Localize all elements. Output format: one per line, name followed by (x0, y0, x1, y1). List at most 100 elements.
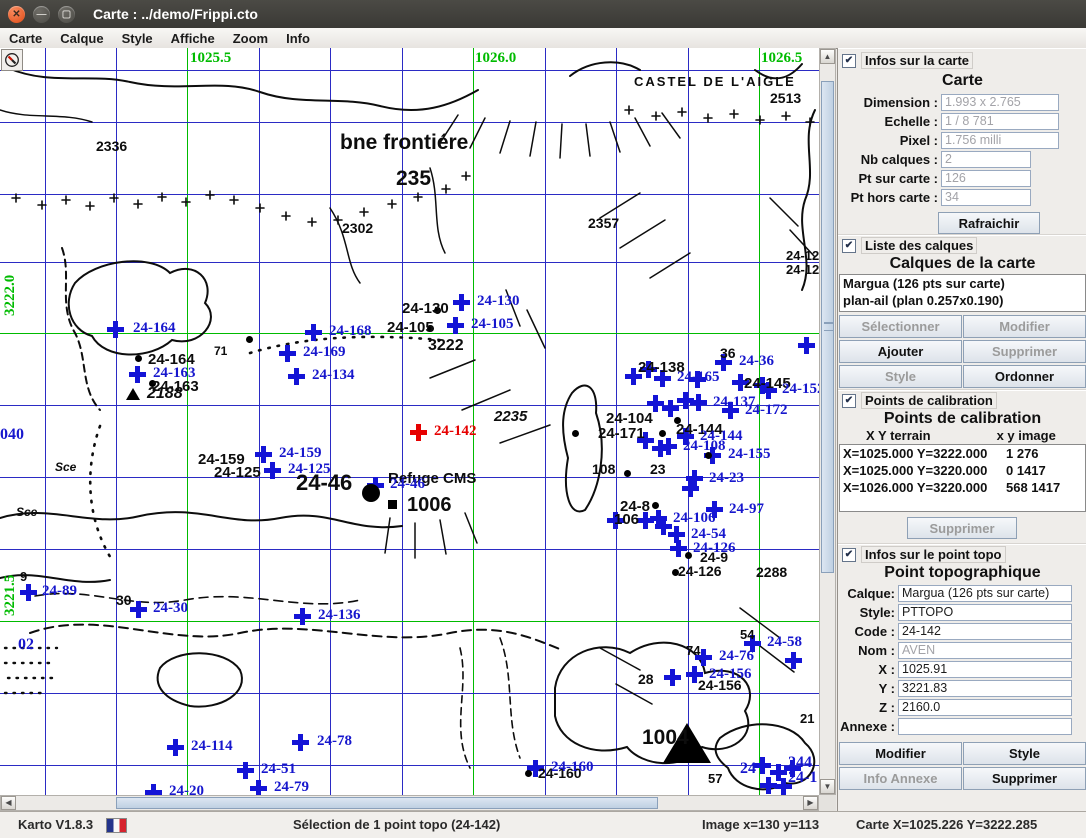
point-topo-field-code[interactable]: 24-142 (898, 623, 1072, 640)
topo-marker-label: 24-114 (191, 738, 233, 755)
menu-item-carte[interactable]: Carte (0, 31, 51, 46)
scroll-right-icon[interactable]: ▶ (803, 796, 818, 810)
topo-marker[interactable] (288, 368, 305, 385)
carte-field-echelle[interactable]: 1 / 8 781 (941, 113, 1059, 130)
scroll-up-icon[interactable]: ▲ (820, 49, 835, 64)
calques-s-lectionner-button: Sélectionner (839, 315, 962, 338)
topo-marker[interactable] (664, 669, 681, 686)
check-icon: ✔ (845, 549, 853, 560)
topo-marker[interactable] (655, 518, 672, 535)
checkbox-infos-point-topo[interactable]: ✔ (842, 548, 856, 562)
liste-calques-toggle[interactable]: ✔ Liste des calques (838, 235, 1086, 255)
menu-item-style[interactable]: Style (113, 31, 162, 46)
carte-field-pixel[interactable]: 1.756 milli (941, 132, 1059, 149)
topo-marker[interactable] (754, 757, 771, 774)
calques-ordonner-button[interactable]: Ordonner (963, 365, 1086, 388)
point-topo-title: Point topographique (838, 564, 1086, 582)
maximize-icon[interactable]: ▢ (58, 6, 75, 23)
topo-marker[interactable] (292, 734, 309, 751)
topo-marker-label: 24-163 (153, 365, 196, 382)
topo-marker[interactable] (682, 480, 699, 497)
close-icon[interactable]: ✕ (8, 6, 25, 23)
topo-marker[interactable] (453, 294, 470, 311)
point-topo-field-annexe[interactable] (898, 718, 1072, 735)
menu-item-calque[interactable]: Calque (51, 31, 112, 46)
infos-carte-toggle[interactable]: ✔ Infos sur la carte (838, 48, 1086, 70)
map-scan-label: Sce (55, 460, 76, 474)
map-scan-label: 2513 (770, 90, 801, 106)
topo-marker[interactable] (305, 324, 322, 341)
carte-title: Carte (838, 72, 1086, 90)
infos-point-topo-toggle[interactable]: ✔ Infos sur le point topo (838, 544, 1086, 564)
topo-marker[interactable] (20, 584, 37, 601)
section-infos-carte: ✔ Infos sur la carte Carte Dimension :1.… (838, 48, 1086, 234)
topo-marker[interactable] (167, 739, 184, 756)
calibration-row[interactable]: X=1026.000 Y=3220.000568 1417 (840, 479, 1085, 496)
rafraichir-button[interactable]: Rafraichir (938, 212, 1040, 234)
carte-field-nb-calques[interactable]: 2 (941, 151, 1031, 168)
topo-marker[interactable] (107, 321, 124, 338)
calibration-list[interactable]: X=1025.000 Y=3222.0001 276X=1025.000 Y=3… (839, 444, 1086, 512)
map-horizontal-scrollbar[interactable]: ◀ ▶ (0, 795, 819, 811)
calques-ajouter-button[interactable]: Ajouter (839, 340, 962, 363)
calibration-row[interactable]: X=1025.000 Y=3220.0000 1417 (840, 462, 1085, 479)
carte-field-pt-sur-carte[interactable]: 126 (941, 170, 1031, 187)
topo-marker[interactable] (255, 446, 272, 463)
scroll-down-icon[interactable]: ▼ (820, 779, 835, 794)
topo-marker[interactable] (652, 440, 669, 457)
horizontal-scroll-thumb[interactable] (116, 797, 658, 809)
point-topo-field-y[interactable]: 3221.83 (898, 680, 1072, 697)
point-topo-field-z[interactable]: 2160.0 (898, 699, 1072, 716)
carte-field-dimension[interactable]: 1.993 x 2.765 (941, 94, 1059, 111)
topo-marker[interactable] (677, 392, 694, 409)
calibration-row[interactable]: X=1025.000 Y=3222.0001 276 (840, 445, 1085, 462)
topo-marker[interactable] (447, 317, 464, 334)
point-topo-field-x[interactable]: 1025.91 (898, 661, 1072, 678)
point-topo-field-calque[interactable]: Margua (126 pts sur carte) (898, 585, 1072, 602)
point-topo-label-z: Z : (838, 700, 898, 715)
point-topo-field-nom[interactable]: AVEN (898, 642, 1072, 659)
topo-marker[interactable] (798, 337, 815, 354)
topo-marker[interactable] (785, 652, 802, 669)
point-topo-modifier-button[interactable]: Modifier (839, 742, 962, 765)
map-scan-label: 2288 (756, 564, 787, 580)
title-bar: ✕ — ▢ Carte : ../demo/Frippi.cto (0, 0, 1086, 28)
side-panel: ✔ Infos sur la carte Carte Dimension :1.… (837, 48, 1086, 811)
topo-marker[interactable] (145, 784, 162, 795)
compass-icon[interactable] (1, 49, 23, 71)
topo-marker[interactable] (237, 762, 254, 779)
liste-calques-label: Liste des calques (861, 237, 977, 254)
point-topo-field-style[interactable]: PTTOPO (898, 604, 1072, 621)
menu-item-zoom[interactable]: Zoom (224, 31, 277, 46)
topo-marker[interactable] (130, 601, 147, 618)
map-vertical-scrollbar[interactable]: ▲ ▼ (819, 48, 836, 795)
carte-field-pt-hors-carte[interactable]: 34 (941, 189, 1031, 206)
minimize-icon[interactable]: — (33, 6, 50, 23)
map-point-dot (525, 770, 532, 777)
menu-item-affiche[interactable]: Affiche (162, 31, 224, 46)
point-topo-supprimer-button[interactable]: Supprimer (963, 767, 1086, 790)
vertical-scroll-thumb[interactable] (821, 81, 834, 573)
scroll-left-icon[interactable]: ◀ (1, 796, 16, 810)
map-point-dot (624, 470, 631, 477)
map-scan-label: 74 (686, 643, 700, 658)
calque-item[interactable]: plan-ail (plan 0.257x0.190) (840, 292, 1085, 309)
calibration-terrain-coords: X=1026.000 Y=3220.000 (843, 479, 1006, 496)
topo-marker[interactable] (294, 608, 311, 625)
points-calibration-toggle[interactable]: ✔ Points de calibration (838, 390, 1086, 410)
topo-marker[interactable] (129, 366, 146, 383)
selected-topo-marker[interactable] (410, 424, 427, 441)
map-coordinates: Carte X=1025.226 Y=3222.285 (856, 817, 1037, 832)
point-topo-style-button[interactable]: Style (963, 742, 1086, 765)
calque-item[interactable]: Margua (126 pts sur carte) (840, 275, 1085, 292)
topo-marker[interactable] (264, 462, 281, 479)
menu-item-info[interactable]: Info (277, 31, 319, 46)
checkbox-liste-calques[interactable]: ✔ (842, 239, 856, 253)
status-bar: Karto V1.8.3 Sélection de 1 point topo (… (0, 811, 1086, 838)
topo-marker[interactable] (250, 780, 267, 795)
checkbox-points-calibration[interactable]: ✔ (842, 394, 856, 408)
calques-list[interactable]: Margua (126 pts sur carte)plan-ail (plan… (839, 274, 1086, 312)
map-viewport[interactable]: 1025.51026.01026.53222.03221.524-16424-1… (0, 48, 819, 795)
topo-marker[interactable] (279, 345, 296, 362)
checkbox-infos-carte[interactable]: ✔ (842, 54, 856, 68)
